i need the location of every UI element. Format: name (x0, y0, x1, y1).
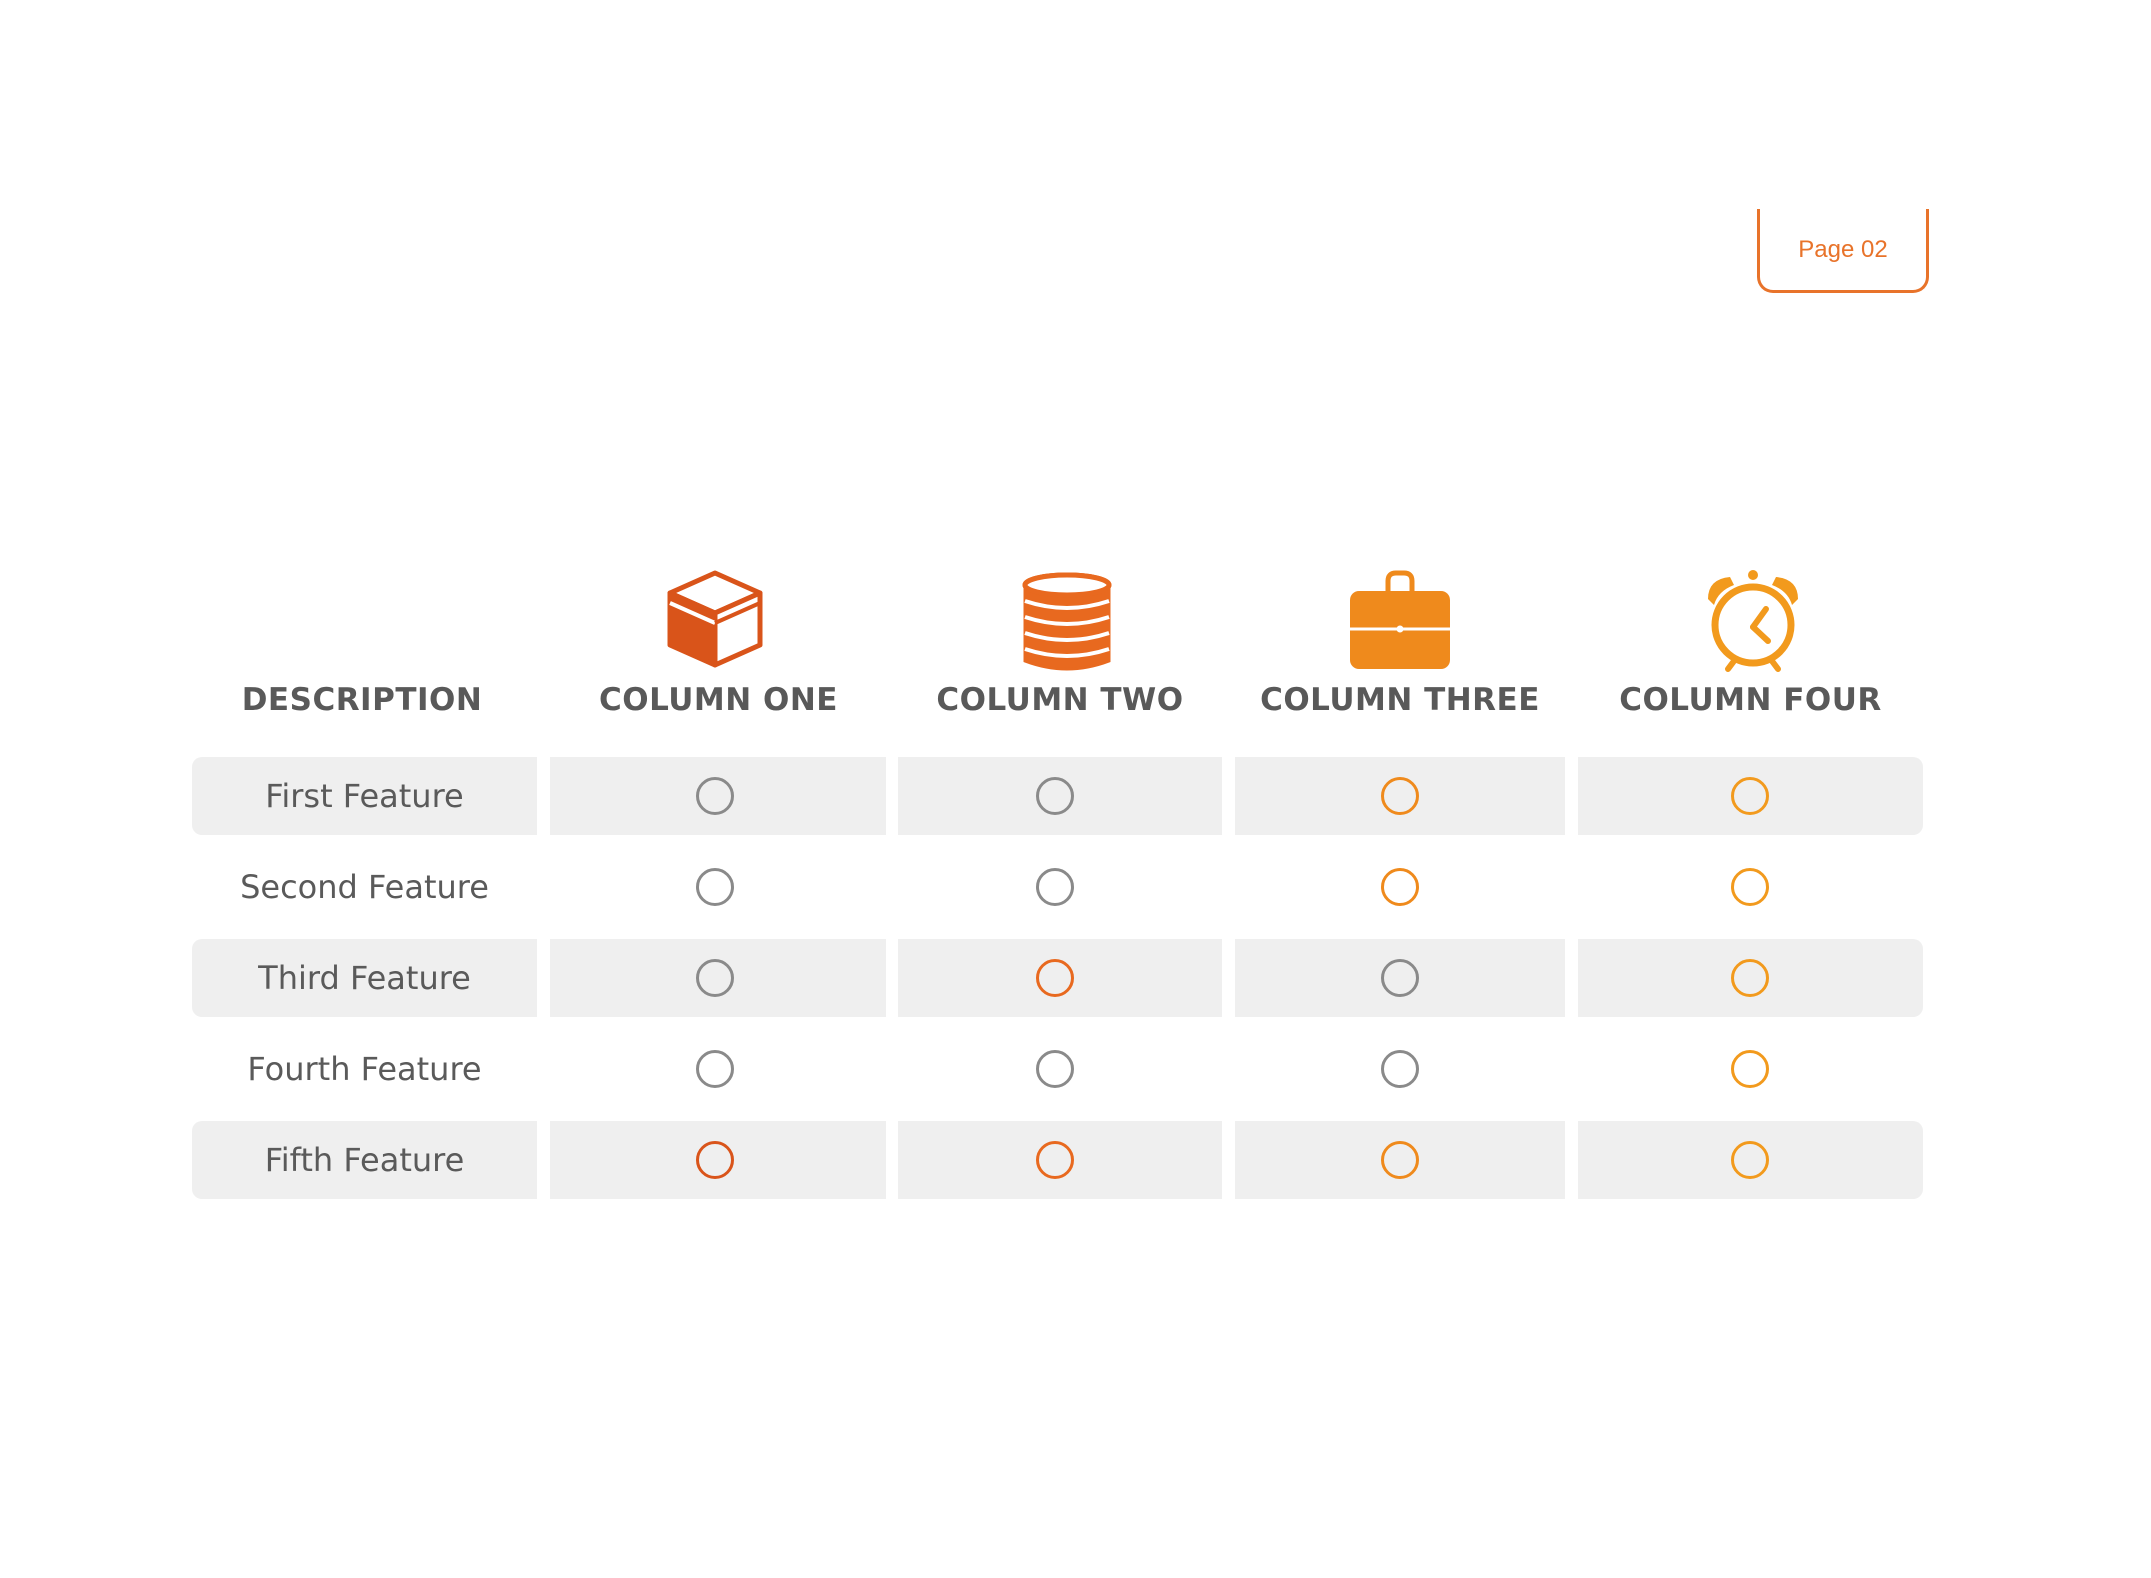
feature-mark-circle-inactive (696, 868, 734, 906)
feature-mark-circle-active (1036, 1141, 1074, 1179)
page-number-label: Page 02 (1798, 235, 1888, 263)
page-number-tab: Page 02 (1757, 209, 1929, 293)
feature-label: Fifth Feature (264, 1141, 465, 1179)
header-column-three: COLUMN THREE (1260, 682, 1540, 718)
coins-stack-icon (1022, 572, 1112, 671)
briefcase-icon (1350, 570, 1450, 669)
alarm-clock-icon (1708, 570, 1798, 672)
feature-mark-circle-inactive (696, 777, 734, 815)
feature-label: First Feature (265, 777, 464, 815)
feature-mark-circle-inactive (1036, 868, 1074, 906)
table-row: Fifth Feature (0, 1121, 2151, 1199)
feature-mark-circle-active (1730, 777, 1769, 815)
feature-mark-circle-inactive (696, 1050, 734, 1088)
feature-mark-circle-active (1036, 959, 1074, 997)
table-row: Second Feature (0, 848, 2151, 926)
table-row: Fourth Feature (0, 1030, 2151, 1108)
feature-mark-circle-inactive (1036, 777, 1074, 815)
feature-mark-circle-active (1730, 1141, 1769, 1179)
feature-mark-circle-inactive (1381, 1050, 1419, 1088)
header-column-one: COLUMN ONE (599, 682, 838, 718)
feature-mark-circle-active (1381, 777, 1419, 815)
feature-mark-circle-active (1730, 868, 1769, 906)
feature-label: Second Feature (240, 868, 489, 906)
feature-label: Fourth Feature (247, 1050, 482, 1088)
feature-mark-circle-active (1381, 1141, 1419, 1179)
feature-mark-circle-active (696, 1141, 734, 1179)
feature-mark-circle-active (1381, 868, 1419, 906)
feature-mark-circle-inactive (1381, 959, 1419, 997)
feature-label: Third Feature (258, 959, 471, 997)
feature-mark-circle-active (1730, 959, 1769, 997)
box-icon (667, 570, 763, 668)
header-column-four: COLUMN FOUR (1619, 682, 1882, 718)
table-row: Third Feature (0, 939, 2151, 1017)
header-description: DESCRIPTION (241, 682, 483, 718)
feature-mark-circle-inactive (1036, 1050, 1074, 1088)
header-column-two: COLUMN TWO (936, 682, 1184, 718)
table-row: First Feature (0, 757, 2151, 835)
feature-mark-circle-active (1730, 1050, 1769, 1088)
feature-mark-circle-inactive (696, 959, 734, 997)
